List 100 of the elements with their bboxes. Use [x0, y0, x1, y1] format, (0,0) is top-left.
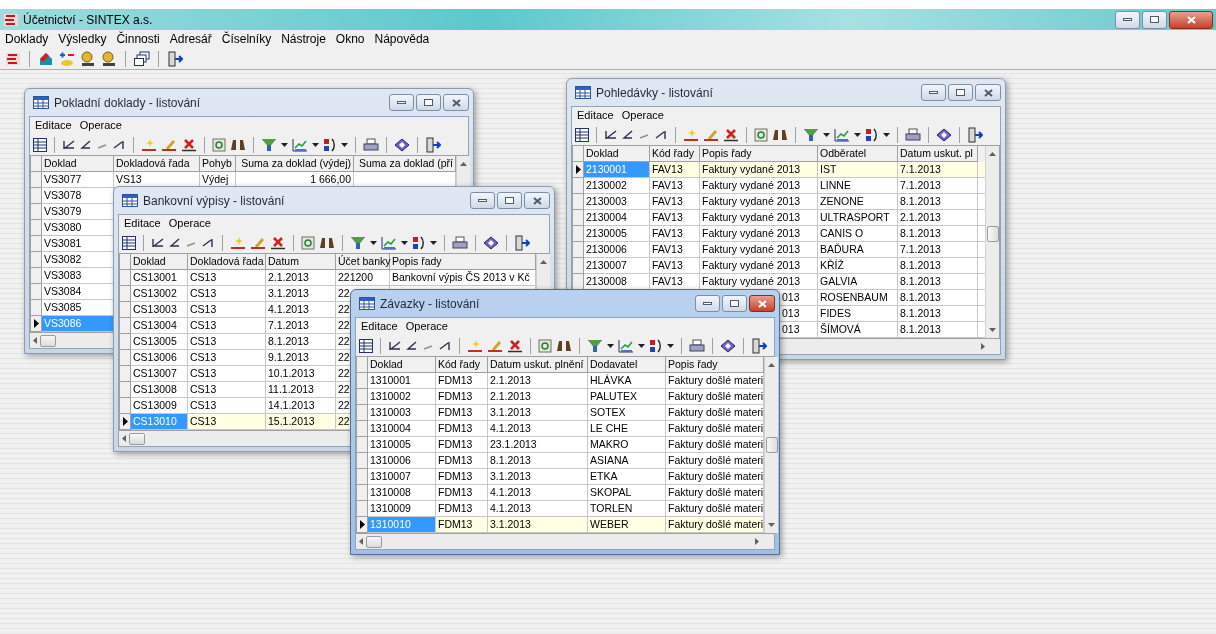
diamond-icon[interactable]	[720, 338, 736, 353]
refresh-icon[interactable]	[754, 127, 768, 142]
sort-az-icon[interactable]	[412, 235, 426, 250]
menu-item[interactable]: Nápověda	[374, 30, 430, 48]
menu-item[interactable]: Operace	[405, 318, 448, 335]
door-exit-icon[interactable]	[425, 136, 441, 153]
new-record-icon[interactable]	[467, 338, 483, 353]
binoculars-icon[interactable]	[230, 137, 246, 152]
scroll-left-icon[interactable]	[33, 337, 37, 344]
menu-item[interactable]: Editace	[577, 107, 614, 124]
scroll-thumb[interactable]	[366, 535, 382, 548]
previous-record-icon[interactable]	[406, 339, 418, 352]
diamond-icon[interactable]	[483, 235, 499, 250]
pencil-icon[interactable]	[250, 235, 266, 250]
chart-icon[interactable]	[618, 338, 634, 353]
dropdown-arrow-icon[interactable]	[667, 343, 674, 348]
funnel-icon[interactable]	[350, 235, 366, 250]
dropdown-arrow-icon[interactable]	[638, 343, 645, 348]
delete-icon[interactable]	[270, 235, 286, 250]
minimize-button[interactable]	[1115, 10, 1140, 29]
dropdown-arrow-icon[interactable]	[430, 240, 437, 245]
scroll-up-icon[interactable]	[989, 152, 996, 156]
scroll-right-icon[interactable]	[755, 538, 759, 545]
menu-item[interactable]: Operace	[79, 117, 122, 134]
dropdown-arrow-icon[interactable]	[281, 142, 288, 147]
grid-icon[interactable]	[575, 127, 589, 142]
scroll-up-icon[interactable]	[768, 363, 775, 367]
diamond-icon[interactable]	[394, 137, 410, 152]
house-icon[interactable]	[38, 50, 54, 67]
menu-item[interactable]: Číselníky	[221, 30, 272, 48]
door-exit-icon[interactable]	[751, 337, 767, 354]
door-exit-icon[interactable]	[514, 234, 530, 251]
dropdown-arrow-icon[interactable]	[370, 240, 377, 245]
cascade-windows-icon[interactable]	[134, 50, 150, 67]
binoculars-icon[interactable]	[556, 338, 572, 353]
pencil-icon[interactable]	[161, 137, 177, 152]
scroll-left-icon[interactable]	[122, 435, 126, 442]
delete-icon[interactable]	[723, 127, 739, 142]
maximize-button[interactable]	[722, 295, 747, 312]
menu-item[interactable]: Nástroje	[281, 30, 326, 48]
close-button[interactable]	[443, 94, 469, 111]
sort-az-icon[interactable]	[649, 338, 663, 353]
printer-icon[interactable]	[452, 235, 468, 250]
delete-icon[interactable]	[181, 137, 197, 152]
refresh-icon[interactable]	[212, 137, 226, 152]
printer-icon[interactable]	[905, 127, 921, 142]
menu-item[interactable]: Činnosti	[116, 30, 160, 48]
maximize-button[interactable]	[497, 192, 522, 209]
refresh-icon[interactable]	[301, 235, 315, 250]
scroll-thumb[interactable]	[986, 226, 999, 242]
grid-icon[interactable]	[33, 137, 47, 152]
sort-az-icon[interactable]	[865, 127, 879, 142]
last-record-icon[interactable]	[201, 236, 215, 249]
previous-record-icon[interactable]	[622, 128, 634, 141]
scroll-down-icon[interactable]	[989, 328, 996, 332]
door-exit-icon[interactable]	[967, 126, 983, 143]
scroll-up-icon[interactable]	[540, 260, 547, 264]
funnel-icon[interactable]	[803, 127, 819, 142]
binoculars-icon[interactable]	[772, 127, 788, 142]
dropdown-arrow-icon[interactable]	[883, 132, 890, 137]
minimize-button[interactable]	[389, 94, 414, 111]
maximize-button[interactable]	[1142, 10, 1167, 29]
chart-icon[interactable]	[292, 137, 308, 152]
delete-icon[interactable]	[507, 338, 523, 353]
close-button[interactable]	[1169, 10, 1213, 29]
printer-icon[interactable]	[689, 338, 705, 353]
scroll-thumb[interactable]	[129, 432, 145, 445]
diamond-icon[interactable]	[936, 127, 952, 142]
minimize-button[interactable]	[921, 84, 946, 101]
menu-item[interactable]: Doklady	[5, 30, 49, 48]
menu-item[interactable]: Okno	[335, 30, 365, 48]
printer-icon[interactable]	[363, 137, 379, 152]
door-exit-icon[interactable]	[167, 50, 183, 67]
last-record-icon[interactable]	[438, 339, 452, 352]
dropdown-arrow-icon[interactable]	[607, 343, 614, 348]
menu-item[interactable]: Editace	[35, 117, 72, 134]
scroll-up-icon[interactable]	[460, 162, 467, 166]
minimize-button[interactable]	[695, 295, 720, 312]
last-record-icon[interactable]	[654, 128, 668, 141]
first-record-icon[interactable]	[62, 138, 76, 151]
menu-item[interactable]: Editace	[124, 215, 161, 232]
new-record-icon[interactable]	[230, 235, 246, 250]
close-button[interactable]	[975, 84, 1001, 101]
scroll-down-icon[interactable]	[768, 523, 775, 527]
scroll-right-icon[interactable]	[981, 343, 985, 350]
grid-icon[interactable]	[122, 235, 136, 250]
close-button[interactable]	[749, 295, 775, 312]
maximize-button[interactable]	[948, 84, 973, 101]
sort-az-icon[interactable]	[323, 137, 337, 152]
binoculars-icon[interactable]	[319, 235, 335, 250]
coins-icon[interactable]	[80, 50, 96, 67]
dropdown-arrow-icon[interactable]	[401, 240, 408, 245]
new-record-icon[interactable]	[141, 137, 157, 152]
last-record-icon[interactable]	[112, 138, 126, 151]
dropdown-arrow-icon[interactable]	[312, 142, 319, 147]
dropdown-arrow-icon[interactable]	[854, 132, 861, 137]
refresh-icon[interactable]	[538, 338, 552, 353]
menu-item[interactable]: Operace	[621, 107, 664, 124]
funnel-icon[interactable]	[587, 338, 603, 353]
first-record-icon[interactable]	[604, 128, 618, 141]
